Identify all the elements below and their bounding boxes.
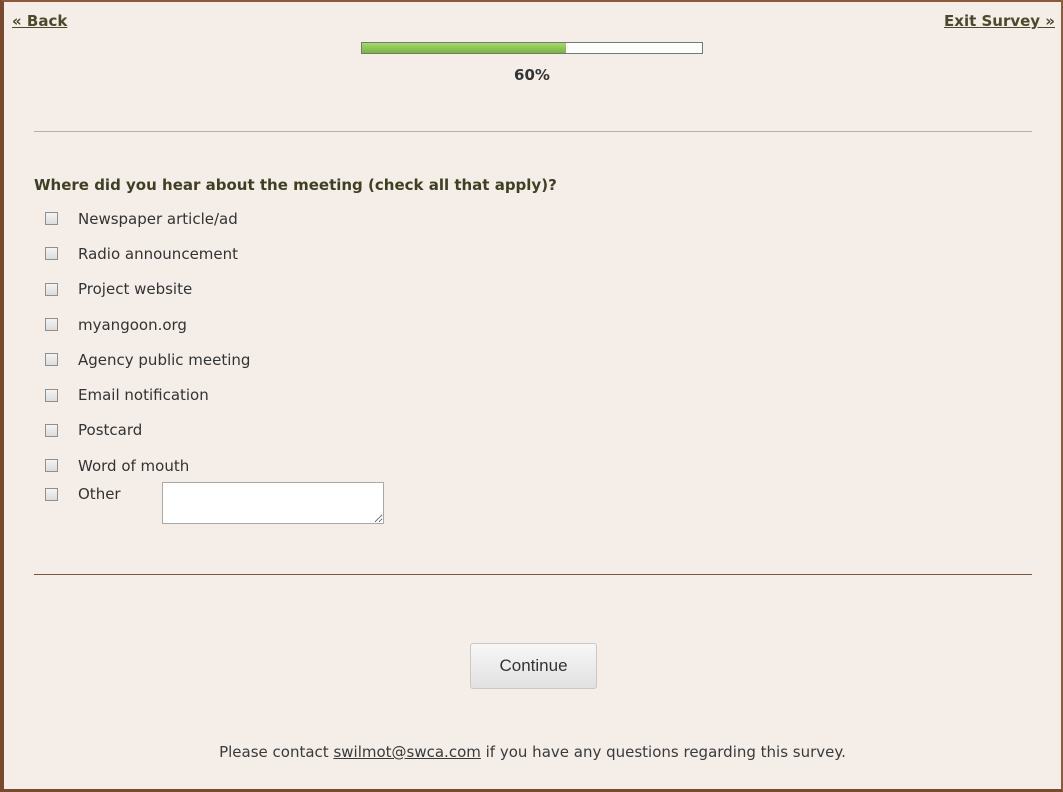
checkbox[interactable] — [45, 318, 58, 332]
option-label: Project website — [78, 280, 193, 299]
continue-button[interactable]: Continue — [470, 643, 597, 689]
option-label: Word of mouth — [78, 456, 190, 475]
question-text: Where did you hear about the meeting (ch… — [34, 176, 557, 194]
contact-email-link[interactable]: swilmot@swca.com — [333, 743, 480, 761]
option-label: Agency public meeting — [78, 350, 251, 369]
checkbox[interactable] — [45, 247, 58, 261]
checkbox[interactable] — [45, 423, 58, 437]
progress-bar — [361, 42, 703, 54]
survey-page: « Back Exit Survey » 60% Where did you h… — [0, 0, 1063, 792]
other-text-field[interactable] — [162, 482, 384, 524]
checkbox[interactable] — [45, 488, 58, 501]
option-label: Postcard — [78, 421, 143, 440]
checkbox[interactable] — [45, 212, 58, 226]
option-radio[interactable]: Radio announcement — [42, 236, 250, 271]
options-list: Newspaper article/ad Radio announcement … — [42, 201, 250, 483]
checkbox[interactable] — [45, 282, 58, 296]
option-label: Other — [78, 485, 121, 503]
exit-survey-link[interactable]: Exit Survey » — [944, 12, 1055, 30]
option-email[interactable]: Email notification — [42, 377, 250, 412]
option-other[interactable]: Other — [42, 482, 384, 524]
option-agency-meeting[interactable]: Agency public meeting — [42, 342, 250, 377]
checkbox[interactable] — [45, 353, 58, 367]
footer-prefix: Please contact — [219, 743, 329, 761]
top-divider — [34, 131, 1032, 132]
bottom-divider — [34, 574, 1032, 575]
option-word-of-mouth[interactable]: Word of mouth — [42, 448, 250, 483]
footer-contact: Please contact swilmot@swca.com if you h… — [4, 743, 1061, 761]
progress-percent-label: 60% — [514, 66, 550, 84]
option-postcard[interactable]: Postcard — [42, 413, 250, 448]
option-label: Newspaper article/ad — [78, 209, 238, 228]
option-myangoon[interactable]: myangoon.org — [42, 307, 250, 342]
checkbox[interactable] — [45, 459, 58, 473]
footer-suffix: if you have any questions regarding this… — [485, 743, 846, 761]
back-link[interactable]: « Back — [12, 12, 67, 30]
progress-bar-fill — [362, 43, 566, 53]
checkbox[interactable] — [45, 388, 58, 402]
option-label: Email notification — [78, 386, 209, 405]
option-project-website[interactable]: Project website — [42, 272, 250, 307]
option-label: myangoon.org — [78, 315, 187, 334]
option-label: Radio announcement — [78, 244, 239, 263]
option-newspaper[interactable]: Newspaper article/ad — [42, 201, 250, 236]
